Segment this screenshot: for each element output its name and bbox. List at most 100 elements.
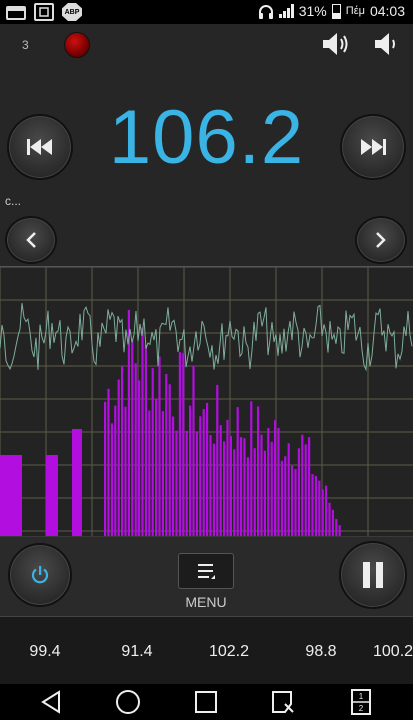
spectrum-bar bbox=[270, 441, 273, 537]
spectrum-bar bbox=[246, 457, 249, 537]
spectrum-bar bbox=[104, 401, 107, 537]
spectrum-bar bbox=[175, 430, 178, 537]
menu-icon bbox=[198, 564, 215, 579]
spectrum-bar bbox=[209, 435, 212, 537]
day-label: Πέμ bbox=[345, 5, 365, 17]
spectrum-bar bbox=[141, 327, 144, 537]
spectrum-bar bbox=[335, 518, 338, 537]
spectrum-bar bbox=[331, 509, 334, 537]
pause-icon bbox=[363, 562, 383, 588]
spectrum-bar bbox=[253, 448, 256, 537]
spectrum-bar bbox=[202, 408, 205, 537]
pause-button[interactable] bbox=[339, 541, 407, 609]
spectrum-bar bbox=[243, 438, 246, 537]
spectrum-bar bbox=[274, 420, 277, 537]
record-button[interactable] bbox=[64, 32, 90, 58]
signal-icon bbox=[278, 4, 294, 18]
preset-button[interactable]: 91.4 bbox=[97, 643, 177, 661]
volume-up-icon[interactable] bbox=[320, 30, 352, 58]
preset-button[interactable]: 98.8 bbox=[281, 643, 361, 661]
spectrum-graph bbox=[0, 266, 413, 537]
seek-forward-button[interactable] bbox=[340, 114, 406, 180]
preset-button[interactable]: 100.2 bbox=[373, 643, 413, 661]
tune-down-button[interactable] bbox=[5, 216, 57, 264]
spectrum-bar bbox=[236, 407, 239, 537]
spectrum-bar bbox=[250, 401, 253, 537]
screenshot-icon bbox=[34, 3, 54, 21]
menu-label: MENU bbox=[185, 594, 227, 610]
spectrum-bar bbox=[195, 432, 198, 537]
spectrum-bar bbox=[297, 448, 300, 537]
spectrum-bar bbox=[168, 384, 171, 537]
home-button[interactable] bbox=[113, 688, 143, 716]
split-screen-icon: 1 2 bbox=[351, 689, 371, 715]
chevron-right-icon bbox=[376, 232, 386, 248]
spectrum-bar bbox=[189, 405, 192, 537]
battery-icon bbox=[331, 3, 341, 19]
preset-strip: 99.4 91.4 102.2 98.8 100.2 bbox=[0, 616, 413, 684]
battery-percent: 31% bbox=[298, 3, 327, 19]
spectrum-bar bbox=[321, 489, 324, 537]
preset-button[interactable]: 99.4 bbox=[5, 643, 85, 661]
spectrum-bar bbox=[151, 368, 154, 537]
spectrum-bar bbox=[138, 380, 141, 537]
spectrum-bar bbox=[304, 444, 307, 537]
back-button[interactable] bbox=[36, 688, 66, 716]
preset-button[interactable]: 102.2 bbox=[189, 643, 269, 661]
spectrum-bar bbox=[0, 455, 22, 537]
svg-text:2: 2 bbox=[359, 704, 364, 713]
power-button[interactable] bbox=[8, 543, 72, 607]
spectrum-bar bbox=[294, 469, 297, 537]
rewind-icon bbox=[27, 139, 52, 155]
spectrum-bar bbox=[257, 406, 260, 537]
spectrum-bar bbox=[124, 406, 127, 537]
spectrum-bar bbox=[110, 423, 113, 537]
spectrum-bar bbox=[178, 352, 181, 537]
spectrum-bar bbox=[158, 356, 161, 537]
spectrum-bar bbox=[216, 384, 219, 537]
spectrum-bar bbox=[185, 430, 188, 537]
spectrum-visualizer bbox=[0, 266, 413, 537]
volume-down-icon[interactable] bbox=[372, 30, 404, 58]
spectrum-bar bbox=[223, 441, 226, 537]
tune-up-button[interactable] bbox=[355, 216, 407, 264]
preset-number: 3 bbox=[22, 38, 29, 52]
navigation-bar: 1 2 bbox=[0, 684, 413, 720]
capture-icon bbox=[272, 691, 294, 713]
spectrum-bar bbox=[212, 443, 215, 537]
clock: 04:03 bbox=[369, 3, 405, 19]
spectrum-bar bbox=[233, 449, 236, 537]
power-icon bbox=[31, 566, 49, 584]
spectrum-bar bbox=[263, 450, 266, 537]
spectrum-bar bbox=[144, 344, 147, 537]
seek-backward-button[interactable] bbox=[7, 114, 73, 180]
spectrum-bar bbox=[287, 443, 290, 537]
spectrum-bar bbox=[229, 436, 232, 537]
back-icon bbox=[41, 690, 60, 714]
svg-text:1: 1 bbox=[359, 692, 364, 701]
spectrum-bar bbox=[192, 366, 195, 537]
spectrum-bar bbox=[311, 474, 314, 537]
spectrum-bar bbox=[301, 434, 304, 537]
chevron-left-icon bbox=[26, 232, 36, 248]
spectrum-bar bbox=[291, 465, 294, 537]
spectrum-bar bbox=[182, 353, 185, 537]
screenshot-capture-button[interactable] bbox=[268, 688, 298, 716]
waveform-line bbox=[0, 303, 413, 372]
spectrum-bar bbox=[134, 363, 137, 537]
spectrum-bar bbox=[318, 480, 321, 537]
spectrum-bar bbox=[121, 366, 124, 537]
recents-button[interactable] bbox=[191, 688, 221, 716]
headphones-icon bbox=[258, 4, 273, 19]
menu-button[interactable] bbox=[178, 553, 234, 589]
spectrum-bar bbox=[308, 437, 311, 537]
split-screen-button[interactable]: 1 2 bbox=[346, 688, 376, 716]
fast-forward-icon bbox=[361, 139, 386, 155]
spectrum-bar bbox=[240, 437, 243, 537]
adblock-icon: ABP bbox=[62, 3, 82, 21]
spectrum-bar bbox=[284, 456, 287, 537]
spectrum-bar bbox=[328, 502, 331, 537]
spectrum-bar bbox=[226, 419, 229, 537]
spectrum-bar bbox=[267, 428, 270, 537]
station-name: c... bbox=[5, 194, 22, 208]
